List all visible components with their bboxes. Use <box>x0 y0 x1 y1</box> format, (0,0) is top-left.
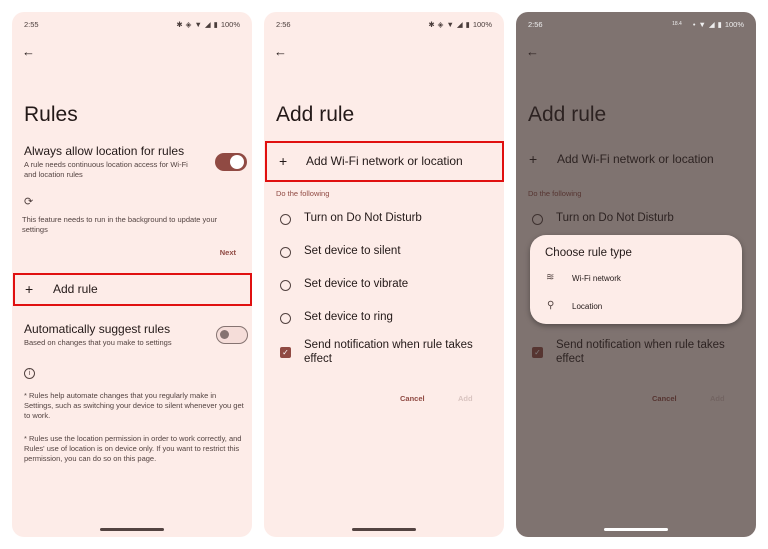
auto-suggest-toggle[interactable] <box>216 326 248 344</box>
location-option[interactable]: ⚲ Location <box>544 300 734 318</box>
signal-icon: ◢ <box>708 19 715 29</box>
sync-icon: ⟳ <box>24 196 34 208</box>
add-rule-button[interactable]: + Add rule <box>13 273 252 306</box>
option-silent-label[interactable]: Set device to silent <box>304 245 401 257</box>
radio-dnd[interactable] <box>280 214 291 225</box>
wifi-icon: ▼ <box>194 19 202 29</box>
background-notice: This feature needs to run in the backgro… <box>22 215 218 234</box>
back-arrow-icon[interactable]: ← <box>274 44 287 59</box>
signal-icon: ◢ <box>456 19 463 29</box>
status-bar: 2:56 ✱ ◈ ▼ ◢ ▮ 100% <box>276 18 492 30</box>
always-allow-subtitle: A rule needs continuous location access … <box>24 160 188 179</box>
info-text-1: * Rules help automate changes that you r… <box>24 391 244 420</box>
option-vibrate-label[interactable]: Set device to vibrate <box>304 278 408 290</box>
always-allow-toggle[interactable] <box>215 153 247 171</box>
data-rate: 18.4 <box>672 21 682 27</box>
vibrate-icon: ◈ <box>437 19 444 29</box>
location-pin-icon: ⚲ <box>547 300 555 311</box>
next-button[interactable]: Next <box>220 248 236 257</box>
auto-suggest-title: Automatically suggest rules <box>24 322 171 336</box>
radio-vibrate[interactable] <box>280 280 291 291</box>
bluetooth-icon: ✱ <box>176 19 183 29</box>
notify-label[interactable]: Send notification when rule takes effect <box>304 338 494 366</box>
info-icon: i <box>24 368 35 379</box>
auto-suggest-subtitle: Based on changes that you make to settin… <box>24 338 172 347</box>
battery-icon: ▮ <box>465 19 470 29</box>
battery-percent: 100% <box>472 19 492 29</box>
gesture-nav-bar[interactable] <box>100 528 164 531</box>
vibrate-icon: ◈ <box>185 19 192 29</box>
plus-icon: + <box>279 153 288 169</box>
add-wifi-or-location-button[interactable]: + Add Wi-Fi network or location <box>265 141 504 182</box>
dot-icon: • <box>692 19 696 29</box>
add-rule-screen: 2:56 ✱ ◈ ▼ ◢ ▮ 100% ← Add rule + Add Wi-Fi ne… <box>264 12 504 537</box>
option-dnd-label[interactable]: Turn on Do Not Disturb <box>304 212 422 224</box>
section-label: Do the following <box>276 189 330 198</box>
battery-percent: 100% <box>724 19 744 29</box>
radio-silent[interactable] <box>280 247 291 258</box>
status-bar: 2:55 ✱ ◈ ▼ ◢ ▮ 100% <box>24 18 240 30</box>
wifi-network-label: Wi-Fi network <box>572 274 621 283</box>
choose-rule-type-dialog: Choose rule type ≋ Wi-Fi network ⚲ Locat… <box>530 235 742 324</box>
add-wifi-or-location-label: Add Wi-Fi network or location <box>306 154 463 168</box>
info-text-2: * Rules use the location permission in o… <box>24 434 242 463</box>
bluetooth-icon: ✱ <box>428 19 435 29</box>
signal-icon: ◢ <box>204 19 211 29</box>
notify-checkbox[interactable]: ✓ <box>280 347 291 358</box>
wifi-icon: ▼ <box>698 19 706 29</box>
status-time: 2:56 <box>276 19 291 29</box>
page-title: Add rule <box>276 103 355 126</box>
dialog-title: Choose rule type <box>545 247 632 259</box>
wifi-icon: ▼ <box>446 19 454 29</box>
wifi-network-option[interactable]: ≋ Wi-Fi network <box>544 272 734 290</box>
option-ring-label[interactable]: Set device to ring <box>304 311 393 323</box>
battery-icon: ▮ <box>213 19 218 29</box>
add-button[interactable]: Add <box>458 394 473 403</box>
gesture-nav-bar[interactable] <box>352 528 416 531</box>
status-time: 2:55 <box>24 19 39 29</box>
radio-ring[interactable] <box>280 313 291 324</box>
status-bar: 2:56 18.4 • ▼ ◢ ▮ 100% <box>528 18 744 30</box>
choose-rule-type-screen: 2:56 18.4•▼◢▮100% ← Add rule + Add Wi-Fi… <box>516 12 756 537</box>
rules-screen: 2:55 ✱ ◈ ▼ ◢ ▮ 100% ← Rules Always allow loca… <box>12 12 252 537</box>
always-allow-title: Always allow location for rules <box>24 144 185 158</box>
wifi-icon: ≋ <box>546 272 555 283</box>
status-time: 2:56 <box>528 19 543 29</box>
battery-percent: 100% <box>220 19 240 29</box>
back-arrow-icon[interactable]: ← <box>22 44 35 59</box>
gesture-nav-bar[interactable] <box>604 528 668 531</box>
cancel-button[interactable]: Cancel <box>400 394 425 403</box>
battery-icon: ▮ <box>717 19 722 29</box>
plus-icon: + <box>25 281 34 297</box>
location-label: Location <box>572 302 603 311</box>
page-title: Rules <box>24 103 78 126</box>
add-rule-label: Add rule <box>53 282 98 296</box>
